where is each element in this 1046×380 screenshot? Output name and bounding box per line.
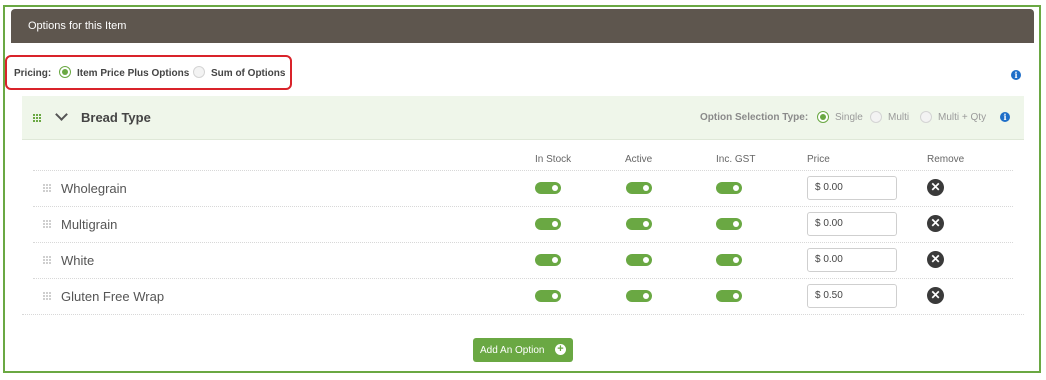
row-divider bbox=[33, 278, 1013, 279]
row-divider bbox=[33, 242, 1013, 243]
row-drag-handle-icon[interactable] bbox=[43, 256, 51, 264]
selection-radio-multi[interactable] bbox=[870, 111, 882, 123]
pricing-label: Pricing: bbox=[14, 68, 52, 79]
price-input[interactable]: $ 0.50 bbox=[807, 284, 897, 308]
pricing-option-label: Sum of Options bbox=[211, 68, 286, 79]
panel-header: Options for this Item bbox=[11, 9, 1034, 43]
in-stock-toggle[interactable] bbox=[535, 218, 561, 230]
remove-icon[interactable]: ✕ bbox=[927, 251, 944, 268]
remove-icon[interactable]: ✕ bbox=[927, 287, 944, 304]
price-input[interactable]: $ 0.00 bbox=[807, 212, 897, 236]
panel-title: Options for this Item bbox=[28, 20, 127, 32]
info-icon[interactable]: i bbox=[1000, 112, 1010, 122]
option-name: Wholegrain bbox=[61, 181, 127, 196]
price-input[interactable]: $ 0.00 bbox=[807, 176, 897, 200]
remove-icon[interactable]: ✕ bbox=[927, 179, 944, 196]
in-stock-toggle[interactable] bbox=[535, 182, 561, 194]
plus-circle-icon: + bbox=[555, 344, 566, 355]
active-toggle[interactable] bbox=[626, 290, 652, 302]
pricing-radio-sum-of-options[interactable] bbox=[193, 66, 205, 78]
header-divider bbox=[33, 170, 1013, 171]
in-stock-toggle[interactable] bbox=[535, 290, 561, 302]
row-drag-handle-icon[interactable] bbox=[43, 184, 51, 192]
option-selection-type-label: Option Selection Type: bbox=[700, 112, 809, 123]
row-drag-handle-icon[interactable] bbox=[43, 220, 51, 228]
column-header-price: Price bbox=[807, 154, 830, 165]
inc-gst-toggle[interactable] bbox=[716, 218, 742, 230]
pricing-radio-item-price-plus-options[interactable] bbox=[59, 66, 71, 78]
pricing-option-label: Item Price Plus Options bbox=[77, 68, 190, 79]
column-header-active: Active bbox=[625, 154, 653, 165]
option-name: Gluten Free Wrap bbox=[61, 289, 165, 304]
option-name: White bbox=[61, 253, 95, 268]
column-header-inc-gst: Inc. GST bbox=[716, 154, 756, 165]
active-toggle[interactable] bbox=[626, 182, 652, 194]
add-option-button[interactable]: Add An Option + bbox=[473, 338, 573, 362]
remove-icon[interactable]: ✕ bbox=[927, 215, 944, 232]
row-divider bbox=[33, 206, 1013, 207]
active-toggle[interactable] bbox=[626, 254, 652, 266]
in-stock-toggle[interactable] bbox=[535, 254, 561, 266]
inc-gst-toggle[interactable] bbox=[716, 254, 742, 266]
row-divider bbox=[22, 314, 1024, 315]
selection-option-label: Multi bbox=[888, 112, 910, 123]
inc-gst-toggle[interactable] bbox=[716, 290, 742, 302]
column-header-remove: Remove bbox=[927, 154, 965, 165]
column-header-in-stock: In Stock bbox=[535, 154, 572, 165]
group-title: Bread Type bbox=[81, 110, 151, 125]
price-input[interactable]: $ 0.00 bbox=[807, 248, 897, 272]
selection-radio-multi-qty[interactable] bbox=[920, 111, 932, 123]
active-toggle[interactable] bbox=[626, 218, 652, 230]
selection-option-label: Single bbox=[835, 112, 863, 123]
row-drag-handle-icon[interactable] bbox=[43, 292, 51, 300]
inc-gst-toggle[interactable] bbox=[716, 182, 742, 194]
add-option-label: Add An Option bbox=[480, 345, 545, 356]
option-name: Multigrain bbox=[61, 217, 118, 232]
info-icon[interactable]: i bbox=[1011, 70, 1021, 80]
selection-radio-single[interactable] bbox=[817, 111, 829, 123]
drag-handle-icon[interactable] bbox=[33, 114, 41, 122]
selection-option-label: Multi + Qty bbox=[938, 112, 987, 123]
